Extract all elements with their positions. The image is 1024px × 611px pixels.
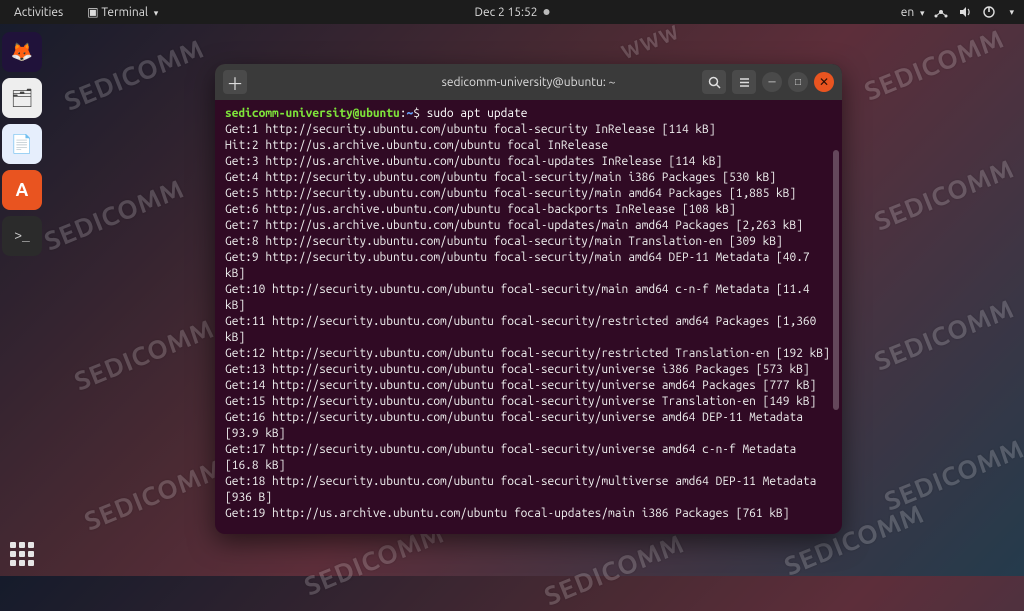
terminal-window: ＋ sedicomm-university@ubuntu: ~ ─ □ ✕ [215,64,842,534]
software-icon: A [16,180,29,200]
search-button[interactable] [702,70,726,94]
chevron-down-icon: ▾ [154,8,159,18]
dock-software[interactable]: A [2,170,42,210]
minimize-button[interactable]: ─ [762,72,782,92]
output-line: Get:14 http://security.ubuntu.com/ubuntu… [225,378,832,394]
app-menu-label: Terminal [101,6,148,19]
output-line: Get:9 http://security.ubuntu.com/ubuntu … [225,250,832,282]
search-icon [708,76,721,89]
output-line: Get:13 http://security.ubuntu.com/ubuntu… [225,362,832,378]
app-menu[interactable]: ▣ Terminal ▾ [83,3,162,21]
top-bar: Activities ▣ Terminal ▾ Dec 2 15:52 en ▾… [0,0,1024,24]
firefox-icon: 🦊 [11,42,33,63]
terminal-output: Get:1 http://security.ubuntu.com/ubuntu … [225,122,832,522]
dock-firefox[interactable]: 🦊 [2,32,42,72]
clock-text: Dec 2 15:52 [475,6,538,19]
output-line: Hit:2 http://us.archive.ubuntu.com/ubunt… [225,138,832,154]
maximize-button[interactable]: □ [788,72,808,92]
language-indicator[interactable]: en ▾ [901,6,925,19]
plus-icon: ＋ [227,70,244,95]
maximize-icon: □ [795,76,801,88]
activities-button[interactable]: Activities [10,4,67,21]
output-line: Get:7 http://us.archive.ubuntu.com/ubunt… [225,218,832,234]
dock-document[interactable]: 📄 [2,124,42,164]
scrollbar[interactable] [833,150,839,410]
prompt-line: sedicomm-university@ubuntu:~$ sudo apt u… [225,106,832,122]
dock: 🦊 🗂 📄 A >_ [2,28,48,256]
window-title: sedicomm-university@ubuntu: ~ [442,76,616,89]
clock[interactable]: Dec 2 15:52 [475,6,550,19]
hamburger-icon [738,76,751,89]
new-tab-button[interactable]: ＋ [223,70,247,94]
network-icon[interactable] [934,5,948,19]
close-button[interactable]: ✕ [814,72,834,92]
output-line: Get:12 http://security.ubuntu.com/ubuntu… [225,346,832,362]
output-line: Get:18 http://security.ubuntu.com/ubuntu… [225,474,832,506]
files-icon: 🗂 [11,88,34,109]
document-icon: 📄 [11,134,33,155]
output-line: Get:1 http://security.ubuntu.com/ubuntu … [225,122,832,138]
show-applications-button[interactable] [10,542,34,566]
terminal-body[interactable]: sedicomm-university@ubuntu:~$ sudo apt u… [215,100,842,534]
output-line: Get:4 http://security.ubuntu.com/ubuntu … [225,170,832,186]
chevron-down-icon: ▾ [920,8,925,18]
window-titlebar[interactable]: ＋ sedicomm-university@ubuntu: ~ ─ □ ✕ [215,64,842,100]
output-line: Get:5 http://security.ubuntu.com/ubuntu … [225,186,832,202]
dock-terminal[interactable]: >_ [2,216,42,256]
output-line: Get:6 http://us.archive.ubuntu.com/ubunt… [225,202,832,218]
minimize-icon: ─ [768,76,775,88]
command-text: sudo apt update [427,107,528,120]
output-line: Get:15 http://security.ubuntu.com/ubuntu… [225,394,832,410]
dock-files[interactable]: 🗂 [2,78,42,118]
hamburger-menu-button[interactable] [732,70,756,94]
output-line: Get:17 http://security.ubuntu.com/ubuntu… [225,442,832,474]
output-line: Get:11 http://security.ubuntu.com/ubuntu… [225,314,832,346]
output-line: Get:10 http://security.ubuntu.com/ubuntu… [225,282,832,314]
chevron-down-icon: ▾ [1009,7,1014,18]
terminal-icon: >_ [14,229,30,244]
output-line: Get:16 http://security.ubuntu.com/ubuntu… [225,410,832,442]
close-icon: ✕ [819,75,829,89]
output-line: Get:8 http://security.ubuntu.com/ubuntu … [225,234,832,250]
volume-icon[interactable] [958,5,972,19]
output-line: Get:19 http://us.archive.ubuntu.com/ubun… [225,506,832,522]
power-icon[interactable] [982,5,996,19]
output-line: Get:3 http://us.archive.ubuntu.com/ubunt… [225,154,832,170]
prompt-user-host: sedicomm-university@ubuntu [225,107,400,120]
notification-dot-icon [543,9,549,15]
terminal-icon: ▣ [87,6,98,19]
